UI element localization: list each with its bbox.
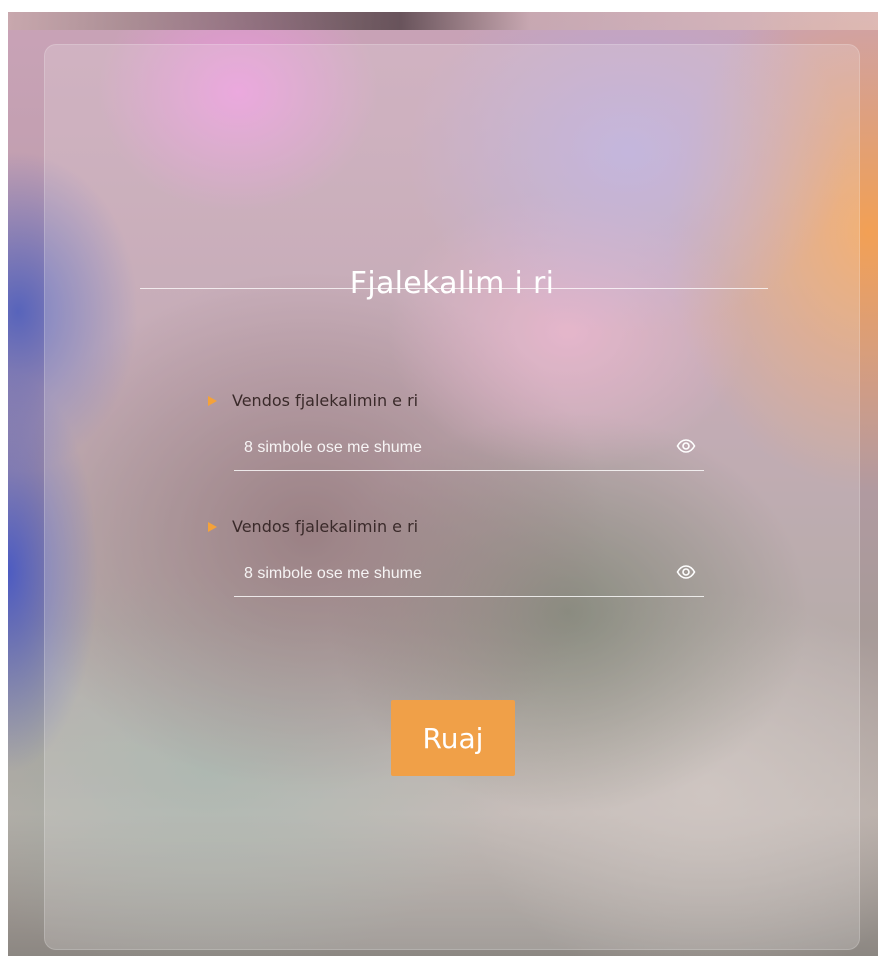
field-label-text: Vendos fjalekalimin e ri xyxy=(232,391,419,410)
confirm-password-field: Vendos fjalekalimin e ri xyxy=(208,516,708,597)
page-title: Fjalekalim i ri xyxy=(349,266,555,301)
password-card: Fjalekalim i ri Vendos fjalekalimin e ri… xyxy=(44,44,860,950)
password-input-wrapper xyxy=(234,430,704,471)
save-button[interactable]: Ruaj xyxy=(391,700,515,776)
arrow-right-icon xyxy=(208,396,217,406)
field-label-text: Vendos fjalekalimin e ri xyxy=(232,517,419,536)
title-divider xyxy=(140,288,768,289)
confirm-password-input[interactable] xyxy=(234,556,664,592)
arrow-right-icon xyxy=(208,522,217,532)
new-password-field: Vendos fjalekalimin e ri xyxy=(208,390,708,471)
eye-icon[interactable] xyxy=(676,436,696,456)
password-input-wrapper xyxy=(234,556,704,597)
new-password-input[interactable] xyxy=(234,430,664,466)
field-label: Vendos fjalekalimin e ri xyxy=(208,390,708,412)
eye-icon[interactable] xyxy=(676,562,696,582)
field-label: Vendos fjalekalimin e ri xyxy=(208,516,708,538)
